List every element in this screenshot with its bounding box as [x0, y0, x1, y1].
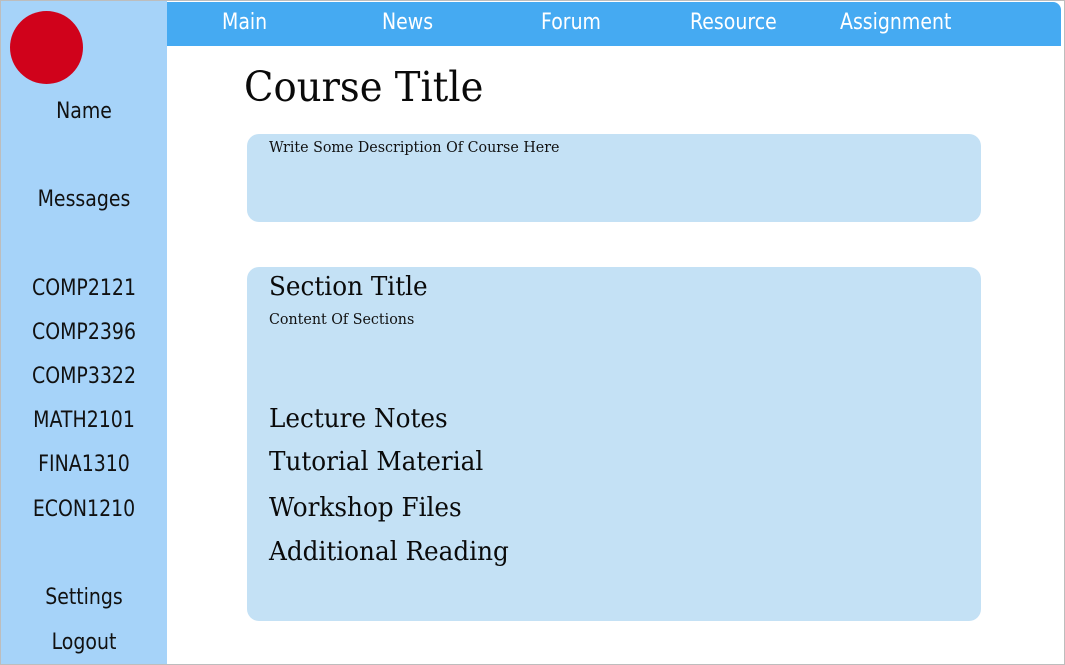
course-link-math2101[interactable]: MATH2101 [13, 407, 156, 435]
nav-tab-resource[interactable]: Resource [690, 8, 777, 38]
nav-tab-forum[interactable]: Forum [541, 8, 601, 38]
tutorial-material-link[interactable]: Tutorial Material [269, 445, 483, 479]
section-content-text: Content Of Sections [269, 310, 415, 328]
course-link-comp2121[interactable]: COMP2121 [13, 275, 156, 303]
course-link-comp3322[interactable]: COMP3322 [13, 363, 156, 391]
messages-link[interactable]: Messages [13, 186, 156, 214]
course-description-panel: Write Some Description Of Course Here [247, 134, 981, 222]
nav-tab-news[interactable]: News [382, 8, 433, 38]
top-navigation: Main News Forum Resource Assignment [167, 2, 1061, 46]
nav-tab-main[interactable]: Main [222, 8, 267, 38]
logout-link[interactable]: Logout [13, 629, 156, 657]
sidebar: Name Messages COMP2121 COMP2396 COMP3322… [1, 1, 167, 664]
course-link-fina1310[interactable]: FINA1310 [13, 451, 156, 479]
course-link-comp2396[interactable]: COMP2396 [13, 319, 156, 347]
course-description-text: Write Some Description Of Course Here [269, 138, 560, 156]
course-title: Course Title [244, 63, 484, 111]
lecture-notes-link[interactable]: Lecture Notes [269, 402, 448, 436]
section-panel: Section Title Content Of Sections Lectur… [247, 267, 981, 621]
additional-reading-link[interactable]: Additional Reading [269, 535, 509, 569]
workshop-files-link[interactable]: Workshop Files [269, 491, 462, 525]
section-title: Section Title [269, 272, 428, 302]
nav-tab-assignment[interactable]: Assignment [840, 8, 951, 38]
user-name-link[interactable]: Name [13, 98, 156, 126]
avatar[interactable] [10, 11, 83, 84]
settings-link[interactable]: Settings [13, 584, 156, 612]
course-link-econ1210[interactable]: ECON1210 [13, 496, 156, 524]
